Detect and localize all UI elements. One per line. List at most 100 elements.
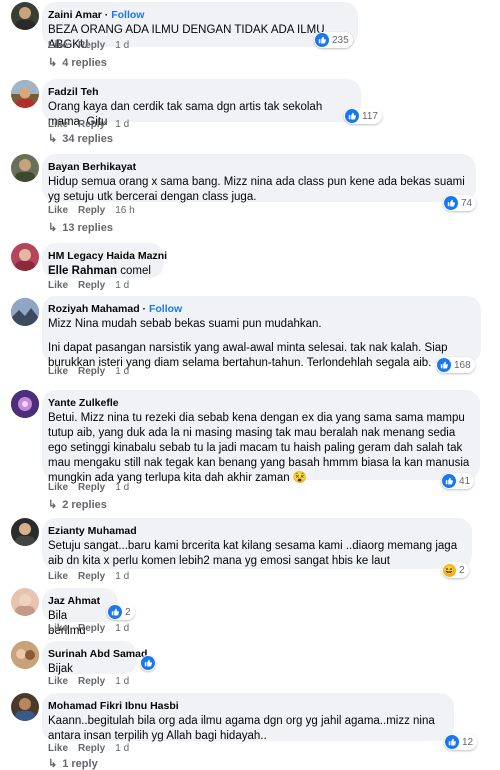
comment-time[interactable]: 1 d [115, 676, 129, 687]
reaction-badge[interactable]: 12 [444, 734, 478, 750]
comment-bubble: Yante Zulkefle Betui. Mizz nina tu rezek… [42, 390, 480, 484]
avatar[interactable] [11, 243, 39, 271]
like-button[interactable]: Like [48, 676, 68, 687]
commenter-name[interactable]: Jaz Ahmat [48, 595, 100, 607]
avatar[interactable] [11, 518, 39, 546]
reaction-badge[interactable]: 235 [314, 32, 353, 48]
comment-bubble: Jaz Ahmat Bila berilmu [42, 588, 118, 637]
commenter-name[interactable]: Fadzil Teh [48, 86, 99, 98]
reaction-count: 117 [362, 110, 378, 122]
like-button[interactable]: Like [48, 40, 68, 51]
commenter-name[interactable]: Zaini Amar [48, 9, 102, 21]
view-replies-link[interactable]: ↳ 4 replies [48, 56, 107, 69]
like-icon [345, 109, 359, 123]
like-button[interactable]: Like [48, 571, 68, 582]
comment-text: Kaann..begitulah bila org ada ilmu agama… [48, 715, 435, 742]
avatar[interactable] [11, 693, 39, 721]
reply-button[interactable]: Reply [78, 205, 105, 216]
reaction-count: 74 [461, 197, 473, 209]
avatar[interactable] [11, 154, 39, 182]
like-icon [141, 656, 155, 670]
like-icon [444, 196, 458, 210]
like-button[interactable]: Like [48, 280, 68, 291]
like-button[interactable]: Like [48, 623, 68, 634]
reply-button[interactable]: Reply [78, 743, 105, 754]
reply-button[interactable]: Reply [78, 676, 105, 687]
comment-time[interactable]: 1 d [115, 482, 129, 493]
reply-arrow-icon: ↳ [48, 133, 58, 145]
comment-text: Setuju sangat...baru kami brcerita kat k… [48, 540, 458, 567]
avatar[interactable] [11, 298, 39, 326]
commenter-name[interactable]: Roziyah Mahamad [48, 303, 140, 315]
follow-button[interactable]: Follow [149, 303, 182, 315]
reply-button[interactable]: Reply [78, 280, 105, 291]
avatar[interactable] [11, 588, 39, 616]
comment-time[interactable]: 1 d [115, 40, 129, 51]
like-icon [442, 474, 456, 488]
comment-bubble: HM Legacy Haida Mazni Elle Rahman comel [42, 243, 167, 278]
comment-text: Bijak [48, 663, 73, 675]
like-icon [437, 358, 451, 372]
like-button[interactable]: Like [48, 366, 68, 377]
reaction-badge[interactable]: 😆 2 [442, 562, 469, 578]
reaction-badge[interactable]: 117 [344, 108, 382, 124]
reply-arrow-icon: ↳ [48, 222, 58, 234]
view-replies-link[interactable]: ↳ 34 replies [48, 132, 113, 145]
like-button[interactable]: Like [48, 482, 68, 493]
comment-text: Betui. Mizz nina tu rezeki dia sebab ken… [48, 412, 470, 484]
comment-text: Hidup semua orang x sama bang. Mizz nina… [48, 176, 465, 203]
like-icon [108, 605, 122, 619]
like-icon [315, 33, 329, 47]
commenter-name[interactable]: HM Legacy Haida Mazni [48, 250, 167, 262]
commenter-name[interactable]: Ezianty Muhamad [48, 525, 137, 537]
comment-time[interactable]: 1 d [115, 743, 129, 754]
comment-bubble: Surinah Abd Samad Bijak [42, 641, 147, 675]
reply-button[interactable]: Reply [78, 119, 105, 130]
comment-bubble: Fadzil Teh Orang kaya dan cerdik tak sam… [42, 79, 361, 128]
commenter-name[interactable]: Yante Zulkefle [48, 397, 119, 409]
view-replies-link[interactable]: ↳ 13 replies [48, 221, 113, 234]
like-icon [445, 735, 459, 749]
haha-icon: 😆 [443, 563, 456, 577]
reaction-count: 235 [332, 34, 349, 46]
reaction-badge[interactable]: 168 [436, 357, 475, 373]
comment-time[interactable]: 1 d [115, 571, 129, 582]
comment-time[interactable]: 16 h [115, 205, 134, 216]
reaction-badge[interactable] [140, 655, 156, 671]
like-button[interactable]: Like [48, 119, 68, 130]
reply-arrow-icon: ↳ [48, 57, 58, 69]
reaction-count: 41 [459, 475, 471, 487]
view-replies-link[interactable]: ↳ 2 replies [48, 498, 107, 511]
like-button[interactable]: Like [48, 205, 68, 216]
mention-link[interactable]: Elle Rahman [48, 265, 117, 277]
commenter-name[interactable]: Surinah Abd Samad [48, 648, 147, 660]
follow-button[interactable]: Follow [111, 9, 144, 21]
reply-button[interactable]: Reply [78, 482, 105, 493]
reply-button[interactable]: Reply [78, 623, 105, 634]
comment-time[interactable]: 1 d [115, 366, 129, 377]
commenter-name[interactable]: Mohamad Fikri Ibnu Hasbi [48, 700, 179, 712]
avatar[interactable] [11, 390, 39, 418]
reply-button[interactable]: Reply [78, 366, 105, 377]
comment-bubble: Ezianty Muhamad Setuju sangat...baru kam… [42, 518, 472, 569]
comment-time[interactable]: 1 d [115, 280, 129, 291]
reaction-count: 12 [462, 736, 474, 748]
reaction-count: 2 [125, 606, 131, 618]
comment-time[interactable]: 1 d [115, 119, 129, 130]
commenter-name[interactable]: Bayan Berhikayat [48, 161, 136, 173]
avatar[interactable] [11, 641, 39, 669]
reaction-count: 2 [459, 564, 465, 576]
comment-bubble: Bayan Berhikayat Hidup semua orang x sam… [42, 154, 476, 203]
comment-text: comel [120, 265, 151, 277]
avatar[interactable] [11, 80, 39, 108]
avatar[interactable] [11, 2, 39, 30]
reaction-count: 168 [454, 359, 471, 371]
like-button[interactable]: Like [48, 743, 68, 754]
reply-arrow-icon: ↳ [48, 499, 58, 511]
comment-time[interactable]: 1 d [115, 623, 129, 634]
reply-button[interactable]: Reply [78, 40, 105, 51]
reply-button[interactable]: Reply [78, 571, 105, 582]
reaction-badge[interactable]: 41 [441, 473, 475, 489]
reaction-badge[interactable]: 74 [443, 195, 477, 211]
reaction-badge[interactable]: 2 [107, 604, 135, 620]
